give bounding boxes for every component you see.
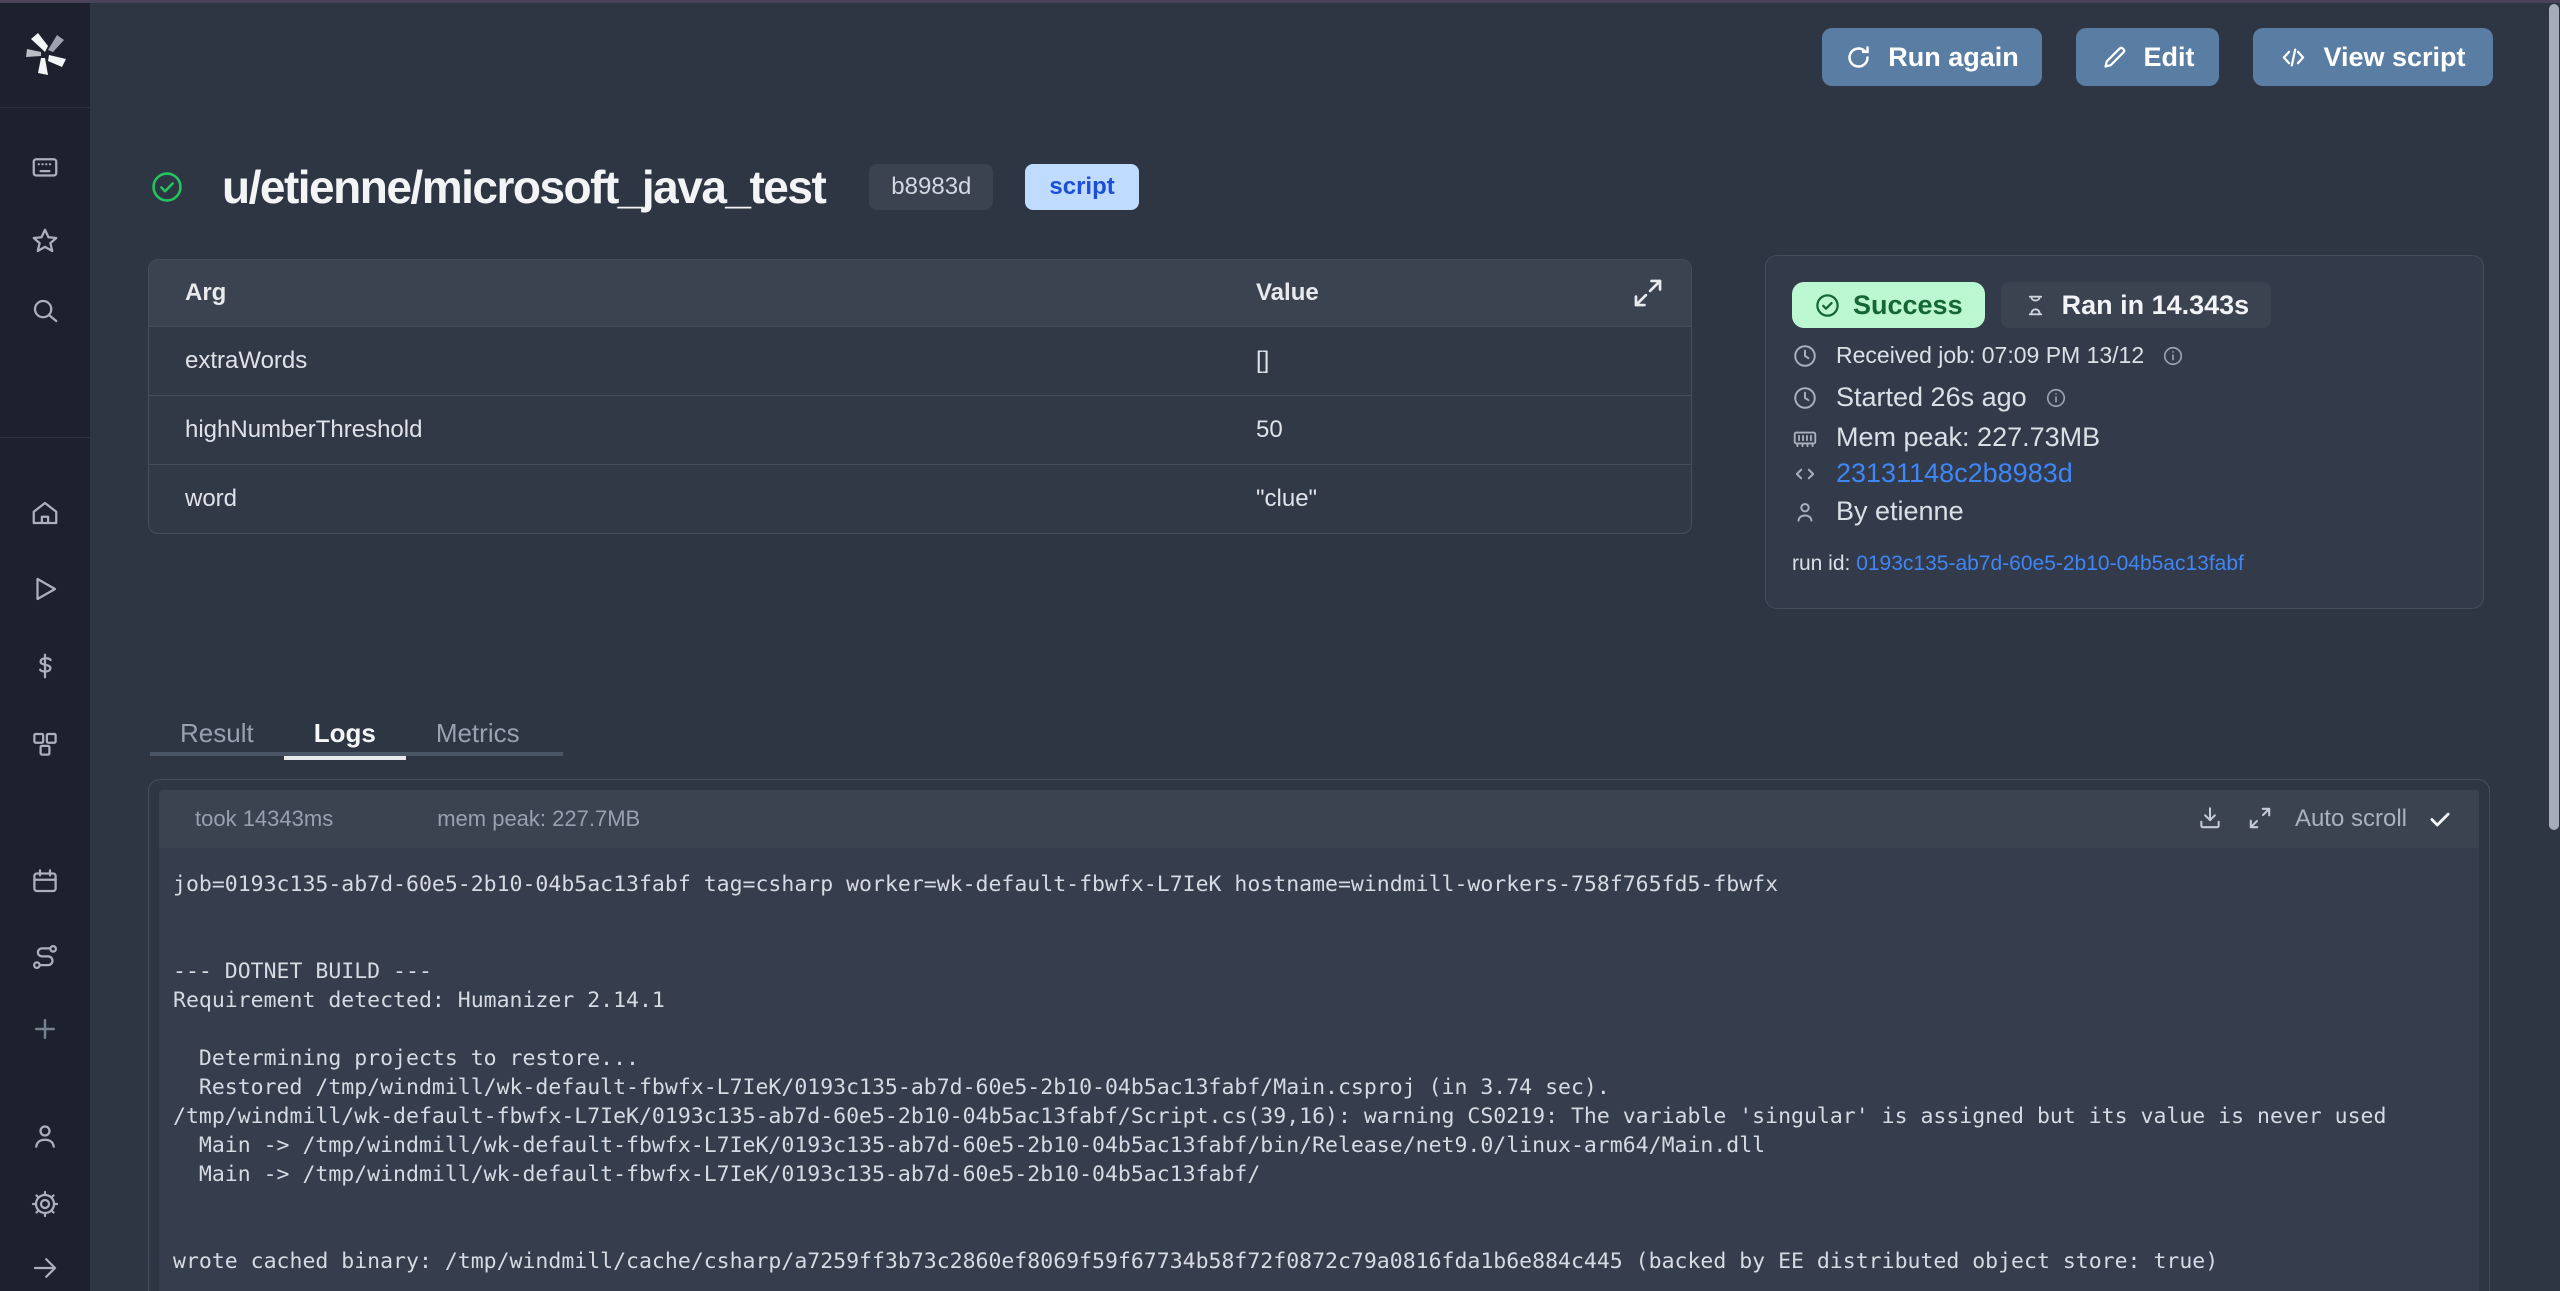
memory-icon xyxy=(1792,425,1818,451)
args-table: Arg Value extraWords [] highNumberThresh… xyxy=(148,259,1692,534)
arg-name-cell: extraWords xyxy=(149,347,1256,375)
col-header-value: Value xyxy=(1256,279,1691,307)
info-icon[interactable] xyxy=(2162,345,2184,367)
table-row[interactable]: word "clue" xyxy=(149,464,1691,533)
schedules-calendar-icon[interactable] xyxy=(29,865,61,897)
status-label: Success xyxy=(1853,290,1963,321)
download-logs-icon[interactable] xyxy=(2195,804,2225,834)
run-id-label: run id: xyxy=(1792,552,1856,575)
log-controls: Auto scroll xyxy=(2195,804,2479,834)
col-header-arg: Arg xyxy=(149,279,1256,307)
script-type-badge[interactable]: script xyxy=(1025,164,1138,210)
success-check-icon xyxy=(150,170,184,204)
variables-icon[interactable] xyxy=(29,650,61,682)
tab-logs[interactable]: Logs xyxy=(284,710,406,756)
person-icon xyxy=(1792,499,1818,525)
code-icon xyxy=(1792,461,1818,487)
top-accent-line xyxy=(0,0,2560,3)
tab-result[interactable]: Result xyxy=(150,710,284,756)
args-table-header: Arg Value xyxy=(149,260,1691,326)
log-took: took 14343ms xyxy=(195,806,333,832)
table-row[interactable]: extraWords [] xyxy=(149,326,1691,395)
log-body[interactable]: job=0193c135-ab7d-60e5-2b10-04b5ac13fabf… xyxy=(159,848,2479,1291)
table-row[interactable]: highNumberThreshold 50 xyxy=(149,395,1691,464)
expand-logs-icon[interactable] xyxy=(2245,804,2275,834)
code-icon xyxy=(2280,44,2307,71)
run-info-card: Success Ran in 14.343s Received job: 07:… xyxy=(1765,255,2484,609)
edit-label: Edit xyxy=(2144,42,2195,73)
user-icon[interactable] xyxy=(29,1120,61,1152)
author-line: By etienne xyxy=(1792,496,1964,527)
edit-button[interactable]: Edit xyxy=(2076,28,2219,86)
circle-check-icon xyxy=(1814,292,1841,319)
home-icon[interactable] xyxy=(29,497,61,529)
script-hash-link[interactable]: 23131148c2b8983d xyxy=(1836,458,2073,489)
log-mem-peak: mem peak: 227.7MB xyxy=(437,806,640,832)
view-script-button[interactable]: View script xyxy=(2253,28,2493,86)
info-icon[interactable] xyxy=(2045,387,2067,409)
mem-peak-line: Mem peak: 227.73MB xyxy=(1792,422,2100,453)
scrollbar-thumb[interactable] xyxy=(2549,4,2559,830)
status-row: Success Ran in 14.343s xyxy=(1792,282,2271,328)
arg-value-cell: 50 xyxy=(1256,416,1691,444)
run-again-label: Run again xyxy=(1888,42,2019,73)
view-script-label: View script xyxy=(2323,42,2465,73)
title-row: u/etienne/microsoft_java_test b8983d scr… xyxy=(150,160,1139,214)
script-hash-badge[interactable]: b8983d xyxy=(869,164,993,210)
arg-name-cell: highNumberThreshold xyxy=(149,416,1256,444)
expand-args-icon[interactable] xyxy=(1631,276,1665,310)
result-tabs: Result Logs Metrics xyxy=(150,710,550,756)
received-line: Received job: 07:09 PM 13/12 xyxy=(1792,342,2184,369)
log-panel-inner: took 14343ms mem peak: 227.7MB Auto scro… xyxy=(159,790,2479,1291)
duration-label: Ran in 14.343s xyxy=(2062,290,2250,321)
clock-icon xyxy=(1792,343,1818,369)
auto-scroll-label: Auto scroll xyxy=(2295,805,2407,833)
page-title: u/etienne/microsoft_java_test xyxy=(222,160,825,214)
sidebar-divider xyxy=(0,107,90,108)
started-line: Started 26s ago xyxy=(1792,382,2067,413)
job-run-page: Run again Edit View script u/etienne/mic… xyxy=(0,0,2560,1291)
resources-icon[interactable] xyxy=(29,728,61,760)
create-plus-icon[interactable] xyxy=(29,1013,61,1045)
windmill-logo-icon[interactable] xyxy=(21,30,69,78)
log-panel: took 14343ms mem peak: 227.7MB Auto scro… xyxy=(148,779,2490,1291)
runs-icon[interactable] xyxy=(29,573,61,605)
app-launcher-icon[interactable] xyxy=(29,152,61,184)
received-label: Received job: 07:09 PM 13/12 xyxy=(1836,342,2144,369)
favorites-star-icon[interactable] xyxy=(29,225,61,257)
action-buttons: Run again Edit View script xyxy=(1822,28,2493,86)
arg-name-cell: word xyxy=(149,485,1256,513)
author-label: By etienne xyxy=(1836,496,1964,527)
pencil-icon xyxy=(2101,44,2128,71)
workflows-route-icon[interactable] xyxy=(29,941,61,973)
run-again-button[interactable]: Run again xyxy=(1822,28,2042,86)
script-hash-line: 23131148c2b8983d xyxy=(1792,458,2073,489)
run-id-link[interactable]: 0193c135-ab7d-60e5-2b10-04b5ac13fabf xyxy=(1856,552,2244,575)
tab-metrics[interactable]: Metrics xyxy=(406,710,550,756)
auto-scroll-checkbox[interactable] xyxy=(2427,806,2453,832)
sidebar-divider xyxy=(0,437,90,438)
arg-value-cell: "clue" xyxy=(1256,485,1691,513)
duration-chip: Ran in 14.343s xyxy=(2001,282,2272,328)
log-header: took 14343ms mem peak: 227.7MB Auto scro… xyxy=(159,790,2479,848)
log-text: job=0193c135-ab7d-60e5-2b10-04b5ac13fabf… xyxy=(159,848,2479,1291)
search-icon[interactable] xyxy=(29,295,61,327)
clock-icon xyxy=(1792,385,1818,411)
args-table-body: extraWords [] highNumberThreshold 50 wor… xyxy=(149,326,1691,533)
started-label: Started 26s ago xyxy=(1836,382,2027,413)
collapse-arrow-icon[interactable] xyxy=(29,1252,61,1284)
hourglass-icon xyxy=(2023,293,2048,318)
mem-peak-label: Mem peak: 227.73MB xyxy=(1836,422,2100,453)
page-scrollbar xyxy=(2548,0,2560,1291)
sidebar xyxy=(0,0,90,1291)
refresh-icon xyxy=(1845,44,1872,71)
settings-gear-icon[interactable] xyxy=(29,1188,61,1220)
status-badge: Success xyxy=(1792,282,1985,328)
run-id-line: run id: 0193c135-ab7d-60e5-2b10-04b5ac13… xyxy=(1792,552,2244,576)
arg-value-cell: [] xyxy=(1256,347,1691,375)
